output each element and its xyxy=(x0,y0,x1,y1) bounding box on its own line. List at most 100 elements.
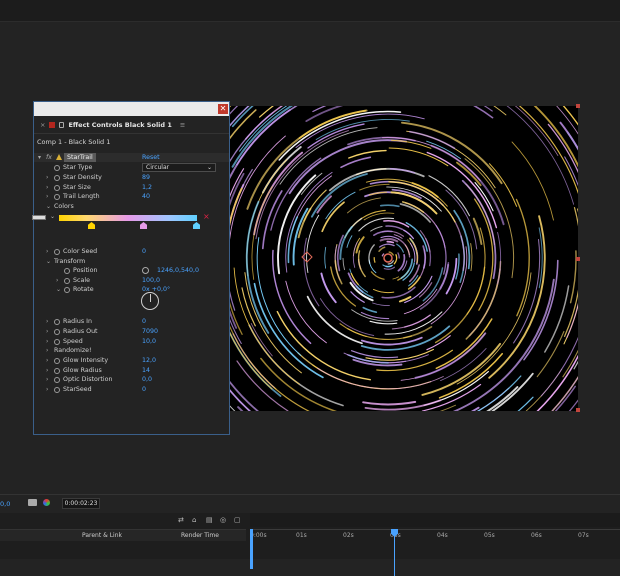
star-seed-value[interactable]: 0 xyxy=(142,385,146,394)
stopwatch-icon[interactable] xyxy=(54,164,60,171)
timeline-panel: Parent & Link Render Time ⇄ ⌂ ▤ ◎ ▢ 0:00… xyxy=(0,513,620,576)
glow-radius-value[interactable]: 14 xyxy=(142,366,150,375)
panel-titlebar[interactable]: ✕ xyxy=(34,102,229,116)
chevron-right-icon[interactable]: › xyxy=(46,375,52,384)
current-time-field[interactable]: 0:00:02:23 xyxy=(62,498,100,509)
effect-controls-tab[interactable]: × Effect Controls Black Solid 1 ≡ xyxy=(34,116,229,134)
optic-distortion-row: › Optic Distortion 0,0 xyxy=(34,375,229,384)
tab-close-icon[interactable]: × xyxy=(40,121,45,129)
rotation-dial[interactable] xyxy=(141,292,159,310)
time-ruler[interactable]: 0:00s 01s 02s 03s 04s 05s 06s 07s xyxy=(250,529,620,576)
speed-value[interactable]: 10,0 xyxy=(142,337,156,346)
stopwatch-icon[interactable] xyxy=(54,376,60,383)
ruler-tick: 01s xyxy=(296,532,307,539)
crosshair-icon[interactable] xyxy=(142,267,149,274)
star-trail-arc xyxy=(386,240,395,244)
gradient-preset-swatch[interactable] xyxy=(32,215,46,220)
trail-length-value[interactable]: 40 xyxy=(142,192,150,201)
chevron-right-icon[interactable]: › xyxy=(46,366,52,375)
zoom-value[interactable]: 0,0 xyxy=(0,500,10,508)
canvas-corner-handle[interactable] xyxy=(576,257,580,261)
randomize-button[interactable]: Randomize! xyxy=(54,346,92,355)
frame-blending-icon[interactable]: ▤ xyxy=(206,516,215,524)
anchor-point-marker[interactable] xyxy=(383,253,393,263)
stopwatch-icon[interactable] xyxy=(64,286,70,293)
reset-link[interactable]: Reset xyxy=(142,153,160,162)
param-label: Glow Radius xyxy=(63,367,102,374)
radius-out-value[interactable]: 7090 xyxy=(142,327,158,336)
scale-value[interactable]: 100,0 xyxy=(142,276,160,285)
col-render-time[interactable]: Render Time xyxy=(181,532,219,539)
stopwatch-icon[interactable] xyxy=(54,318,60,325)
star-trail-arc xyxy=(350,291,365,303)
chevron-down-icon[interactable]: ⌄ xyxy=(50,213,55,220)
chevron-right-icon[interactable]: › xyxy=(46,346,52,355)
effect-header-row[interactable]: ▾ fx StarTrail Reset xyxy=(34,153,229,162)
fx-toggle[interactable]: fx xyxy=(46,153,52,162)
chevron-right-icon[interactable]: › xyxy=(46,317,52,326)
shy-layers-icon[interactable]: ⌂ xyxy=(192,516,201,524)
radius-in-value[interactable]: 0 xyxy=(142,317,146,326)
ruler-tick: 04s xyxy=(437,532,448,539)
motion-blur-icon[interactable]: ◎ xyxy=(220,516,229,524)
stopwatch-icon[interactable] xyxy=(54,367,60,374)
stopwatch-icon[interactable] xyxy=(54,328,60,335)
param-label: Star Type xyxy=(63,164,93,171)
chevron-down-icon[interactable]: ⌄ xyxy=(56,285,62,294)
star-trail-arc xyxy=(426,140,461,160)
star-trail-arc xyxy=(562,349,578,378)
col-parent-link[interactable]: Parent & Link xyxy=(82,532,122,539)
stopwatch-icon[interactable] xyxy=(54,386,60,393)
stopwatch-icon[interactable] xyxy=(54,338,60,345)
star-trail-arc xyxy=(324,246,327,269)
remove-stop-icon[interactable]: × xyxy=(203,212,210,221)
star-trail-arc xyxy=(506,106,575,205)
comp-flowchart-icon[interactable]: ⇄ xyxy=(178,516,187,524)
stopwatch-icon[interactable] xyxy=(54,174,60,181)
chevron-right-icon[interactable]: › xyxy=(46,356,52,365)
star-trail-arc xyxy=(230,331,273,390)
chevron-down-icon[interactable]: ▾ xyxy=(38,153,44,162)
star-trail-arc xyxy=(426,335,451,351)
optic-distortion-value[interactable]: 0,0 xyxy=(142,375,152,384)
star-density-value[interactable]: 89 xyxy=(142,173,150,182)
color-wheel-icon[interactable] xyxy=(43,499,50,506)
work-area-start[interactable] xyxy=(250,529,253,569)
star-trail-arc xyxy=(497,231,502,285)
panel-close-button[interactable]: ✕ xyxy=(218,104,228,114)
color-seed-value[interactable]: 0 xyxy=(142,247,146,256)
effect-name[interactable]: StarTrail xyxy=(64,153,96,162)
stopwatch-icon[interactable] xyxy=(64,277,70,284)
chevron-right-icon[interactable]: › xyxy=(46,247,52,256)
position-row: Position 1246,0,540,0 xyxy=(34,266,229,275)
star-type-dropdown[interactable]: Circular ⌄ xyxy=(142,163,216,172)
star-trail-arc xyxy=(402,229,415,240)
chevron-right-icon[interactable]: › xyxy=(56,276,62,285)
stopwatch-icon[interactable] xyxy=(54,357,60,364)
panel-menu-icon[interactable]: ≡ xyxy=(180,121,185,129)
lock-icon[interactable] xyxy=(59,121,65,128)
composition-canvas[interactable] xyxy=(230,106,578,411)
gradient-bar[interactable] xyxy=(59,215,197,221)
chevron-down-icon[interactable]: ⌄ xyxy=(46,257,52,266)
camera-icon[interactable] xyxy=(28,499,37,506)
glow-intensity-value[interactable]: 12,0 xyxy=(142,356,156,365)
stopwatch-icon[interactable] xyxy=(54,193,60,200)
chevron-right-icon[interactable]: › xyxy=(46,173,52,182)
position-value[interactable]: 1246,0,540,0 xyxy=(157,266,199,275)
canvas-corner-handle[interactable] xyxy=(576,408,580,412)
graph-editor-icon[interactable]: ▢ xyxy=(234,516,243,524)
canvas-corner-handle[interactable] xyxy=(576,104,580,108)
stopwatch-icon[interactable] xyxy=(54,184,60,191)
stopwatch-icon[interactable] xyxy=(64,267,70,274)
star-trail-arc xyxy=(344,209,386,239)
chevron-right-icon[interactable]: › xyxy=(46,327,52,336)
chevron-right-icon[interactable]: › xyxy=(46,337,52,346)
param-label: Star Density xyxy=(63,174,102,181)
chevron-down-icon[interactable]: ⌄ xyxy=(46,202,52,211)
chevron-right-icon[interactable]: › xyxy=(46,183,52,192)
stopwatch-icon[interactable] xyxy=(54,248,60,255)
star-size-value[interactable]: 1,2 xyxy=(142,183,152,192)
chevron-right-icon[interactable]: › xyxy=(46,192,52,201)
chevron-right-icon[interactable]: › xyxy=(46,385,52,394)
